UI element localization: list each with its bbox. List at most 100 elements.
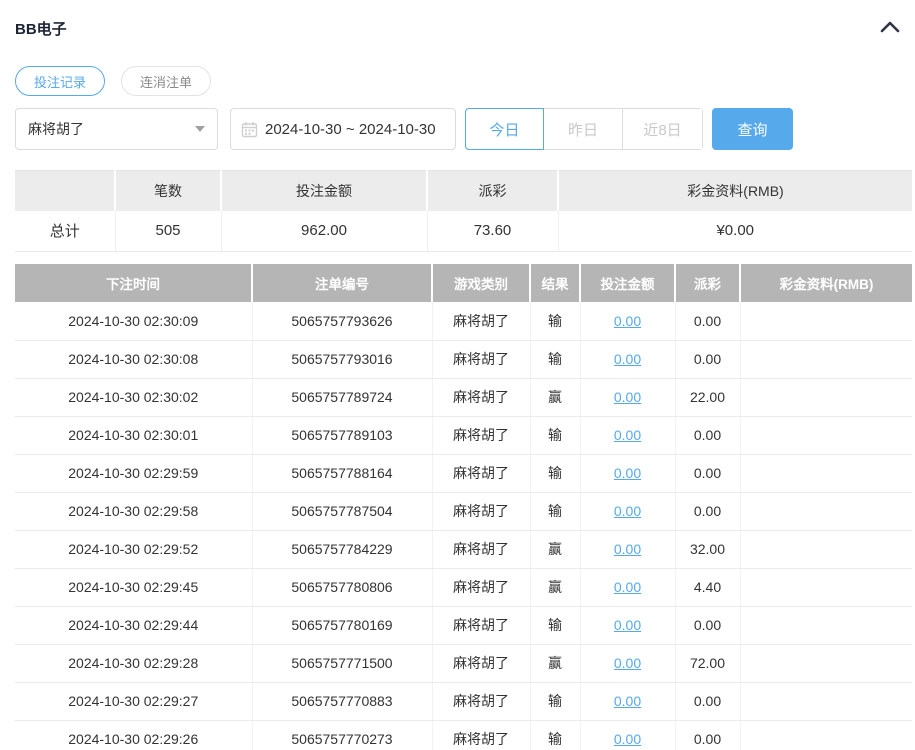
cell-bonus: [740, 682, 912, 721]
cell-bonus: [740, 340, 912, 379]
cell-bet-amount: 0.00: [580, 416, 676, 455]
query-button[interactable]: 查询: [712, 108, 793, 150]
cell-result: 输: [530, 492, 581, 531]
cell-game: 麻将胡了: [432, 340, 531, 379]
bet-amount-link[interactable]: 0.00: [614, 693, 641, 709]
cell-result: 输: [530, 720, 581, 750]
cell-payout: 0.00: [675, 492, 741, 531]
summary-total-bonus: ¥0.00: [558, 210, 912, 252]
game-select-value: 麻将胡了: [28, 121, 84, 137]
page-title: BB电子: [15, 21, 67, 38]
cell-bet-amount: 0.00: [580, 530, 676, 569]
cell-payout: 0.00: [675, 416, 741, 455]
cell-time: 2024-10-30 02:29:28: [15, 644, 253, 683]
cell-time: 2024-10-30 02:29:59: [15, 454, 253, 493]
cell-payout: 32.00: [675, 530, 741, 569]
cell-bet-amount: 0.00: [580, 340, 676, 379]
records-body: 2024-10-30 02:30:09 5065757793626 麻将胡了输 0.0…: [15, 302, 912, 750]
bb-electronics-panel: BB电子 投注记录 连消注单 麻将胡了 2024-10-30 ~ 2024-10…: [0, 0, 915, 750]
cell-time: 2024-10-30 02:30:08: [15, 340, 253, 379]
cell-payout: 0.00: [675, 720, 741, 750]
bet-amount-link[interactable]: 0.00: [614, 465, 641, 481]
summary-total-row: 总计 505 962.00 73.60 ¥0.00: [15, 210, 912, 252]
cell-payout: 22.00: [675, 378, 741, 417]
cell-result: 输: [530, 340, 581, 379]
bet-amount-link[interactable]: 0.00: [614, 427, 641, 443]
cell-bonus: [740, 302, 912, 341]
panel-header: BB电子: [15, 18, 910, 39]
cell-bonus: [740, 378, 912, 417]
cell-game: 麻将胡了: [432, 720, 531, 750]
cell-time: 2024-10-30 02:29:26: [15, 720, 253, 750]
cell-payout: 0.00: [675, 454, 741, 493]
cell-bet-amount: 0.00: [580, 720, 676, 750]
table-row: 2024-10-30 02:29:27 5065757770883 麻将胡了输 0.0…: [15, 682, 912, 721]
cell-bet-no: 5065757770273: [252, 720, 433, 750]
cell-payout: 0.00: [675, 606, 741, 645]
bet-amount-link[interactable]: 0.00: [614, 503, 641, 519]
table-row: 2024-10-30 02:29:28 5065757771500 麻将胡了赢 0.0…: [15, 644, 912, 683]
cell-result: 赢: [530, 644, 581, 683]
cell-game: 麻将胡了: [432, 530, 531, 569]
cell-bonus: [740, 720, 912, 750]
cell-game: 麻将胡了: [432, 416, 531, 455]
cell-bet-amount: 0.00: [580, 454, 676, 493]
cell-game: 麻将胡了: [432, 302, 531, 341]
records-header-payout: 派彩: [675, 264, 741, 302]
table-row: 2024-10-30 02:30:08 5065757793016 麻将胡了输 0.0…: [15, 340, 912, 379]
cell-payout: 0.00: [675, 682, 741, 721]
cell-bet-no: 5065757793626: [252, 302, 433, 341]
cell-bet-no: 5065757788164: [252, 454, 433, 493]
bet-amount-link[interactable]: 0.00: [614, 541, 641, 557]
calendar-icon: [241, 121, 258, 137]
bet-amount-link[interactable]: 0.00: [614, 655, 641, 671]
tab-bet-records[interactable]: 投注记录: [15, 66, 106, 96]
bet-amount-link[interactable]: 0.00: [614, 579, 641, 595]
cell-time: 2024-10-30 02:30:01: [15, 416, 253, 455]
cell-time: 2024-10-30 02:29:52: [15, 530, 253, 569]
quick-range-yesterday[interactable]: 昨日: [544, 109, 623, 149]
cell-bet-amount: 0.00: [580, 568, 676, 607]
quick-range-last8days[interactable]: 近8日: [623, 109, 702, 149]
cell-game: 麻将胡了: [432, 644, 531, 683]
game-select[interactable]: 麻将胡了: [15, 108, 218, 150]
summary-total-payout: 73.60: [427, 210, 559, 252]
bet-amount-link[interactable]: 0.00: [614, 731, 641, 747]
quick-range-today[interactable]: 今日: [465, 108, 544, 150]
cell-game: 麻将胡了: [432, 606, 531, 645]
summary-table: 笔数 投注金额 派彩 彩金资料(RMB) 总计 505 962.00 73.60…: [15, 170, 912, 252]
cell-bonus: [740, 492, 912, 531]
bet-amount-link[interactable]: 0.00: [614, 351, 641, 367]
filter-bar: 麻将胡了 2024-10-30 ~ 2024-10-30 今日 昨日 近8日 查…: [15, 108, 910, 150]
chevron-up-icon: [880, 21, 900, 33]
summary-header-row: 笔数 投注金额 派彩 彩金资料(RMB): [15, 170, 912, 211]
bet-amount-link[interactable]: 0.00: [614, 313, 641, 329]
summary-total-bet-amount: 962.00: [221, 210, 428, 252]
records-table: 下注时间 注单编号 游戏类别 结果 投注金额 派彩 彩金资料(RMB) 2024…: [15, 264, 912, 750]
date-range-picker[interactable]: 2024-10-30 ~ 2024-10-30: [230, 108, 456, 150]
bet-amount-link[interactable]: 0.00: [614, 389, 641, 405]
cell-game: 麻将胡了: [432, 682, 531, 721]
quick-range-group: 今日 昨日 近8日: [465, 108, 703, 150]
cell-result: 输: [530, 302, 581, 341]
cell-bet-amount: 0.00: [580, 606, 676, 645]
summary-header-empty: [15, 170, 116, 211]
cell-bet-no: 5065757780806: [252, 568, 433, 607]
cell-bonus: [740, 530, 912, 569]
cell-game: 麻将胡了: [432, 492, 531, 531]
cell-bet-no: 5065757771500: [252, 644, 433, 683]
cell-bonus: [740, 568, 912, 607]
table-row: 2024-10-30 02:29:44 5065757780169 麻将胡了输 0.0…: [15, 606, 912, 645]
cell-bet-no: 5065757787504: [252, 492, 433, 531]
cell-time: 2024-10-30 02:30:02: [15, 378, 253, 417]
cell-game: 麻将胡了: [432, 378, 531, 417]
cell-bonus: [740, 644, 912, 683]
table-row: 2024-10-30 02:29:26 5065757770273 麻将胡了输 0.0…: [15, 720, 912, 750]
summary-total-label: 总计: [15, 210, 116, 252]
cell-result: 输: [530, 454, 581, 493]
cell-time: 2024-10-30 02:29:27: [15, 682, 253, 721]
collapse-panel-button[interactable]: [880, 20, 900, 39]
bet-amount-link[interactable]: 0.00: [614, 617, 641, 633]
tab-cancelled-bets[interactable]: 连消注单: [121, 66, 212, 96]
summary-header-count: 笔数: [115, 170, 222, 211]
